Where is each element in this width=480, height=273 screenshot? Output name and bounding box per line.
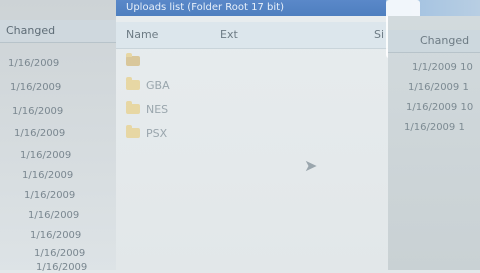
left-date-11: 1/16/2009 xyxy=(36,262,88,273)
window-title-bar[interactable]: Uploads list (Folder Root 17 bit) xyxy=(116,0,386,16)
parent-folder-icon xyxy=(126,53,140,66)
list-item-nes[interactable]: NES xyxy=(126,100,276,118)
left-date-9: 1/16/2009 xyxy=(30,230,82,241)
left-file-panel: Changed 1/16/2009 1/16/2009 1/16/2009 1/… xyxy=(0,0,118,273)
left-column-header[interactable]: Changed xyxy=(0,20,118,43)
folder-icon xyxy=(126,101,140,114)
list-item-gba[interactable]: GBA xyxy=(126,76,276,94)
left-date-6: 1/16/2009 xyxy=(22,170,74,181)
right-date-3: 1/16/2009 10 xyxy=(406,102,474,113)
name-column-header[interactable]: Name xyxy=(126,28,158,41)
right-date-4: 1/16/2009 1 xyxy=(404,122,465,133)
main-column-header: Name Ext Si xyxy=(116,22,388,49)
right-changed-column-label: Changed xyxy=(420,34,470,47)
folder-icon xyxy=(126,125,140,138)
list-item-up[interactable] xyxy=(126,52,276,70)
changed-column-label: Changed xyxy=(6,24,56,37)
left-date-5: 1/16/2009 xyxy=(20,150,72,161)
list-item-label: NES xyxy=(146,102,169,116)
left-date-7: 1/16/2009 xyxy=(24,190,76,201)
list-item-label: PSX xyxy=(146,126,168,140)
window-title: Uploads list (Folder Root 17 bit) xyxy=(126,2,284,13)
right-column-header[interactable]: Changed xyxy=(388,30,480,53)
left-date-10: 1/16/2009 xyxy=(34,248,86,259)
left-date-2: 1/16/2009 xyxy=(10,82,62,93)
right-date-2: 1/16/2009 1 xyxy=(408,82,469,93)
list-item-psx[interactable]: PSX xyxy=(126,124,276,142)
ext-column-header[interactable]: Ext xyxy=(220,28,238,41)
list-item-label: GBA xyxy=(146,78,170,92)
main-file-list: Name Ext Si GBA NES PSX ➤ xyxy=(116,16,388,270)
right-date-1: 1/1/2009 10 xyxy=(412,62,473,73)
right-file-panel: Changed 1/1/2009 10 1/16/2009 1 1/16/200… xyxy=(388,16,480,270)
size-column-header[interactable]: Si xyxy=(374,28,384,41)
left-date-1: 1/16/2009 xyxy=(8,58,60,69)
left-date-4: 1/16/2009 xyxy=(14,128,66,139)
mouse-cursor-icon: ➤ xyxy=(304,156,318,175)
left-date-3: 1/16/2009 xyxy=(12,106,64,117)
left-date-8: 1/16/2009 xyxy=(28,210,80,221)
folder-icon xyxy=(126,77,140,90)
